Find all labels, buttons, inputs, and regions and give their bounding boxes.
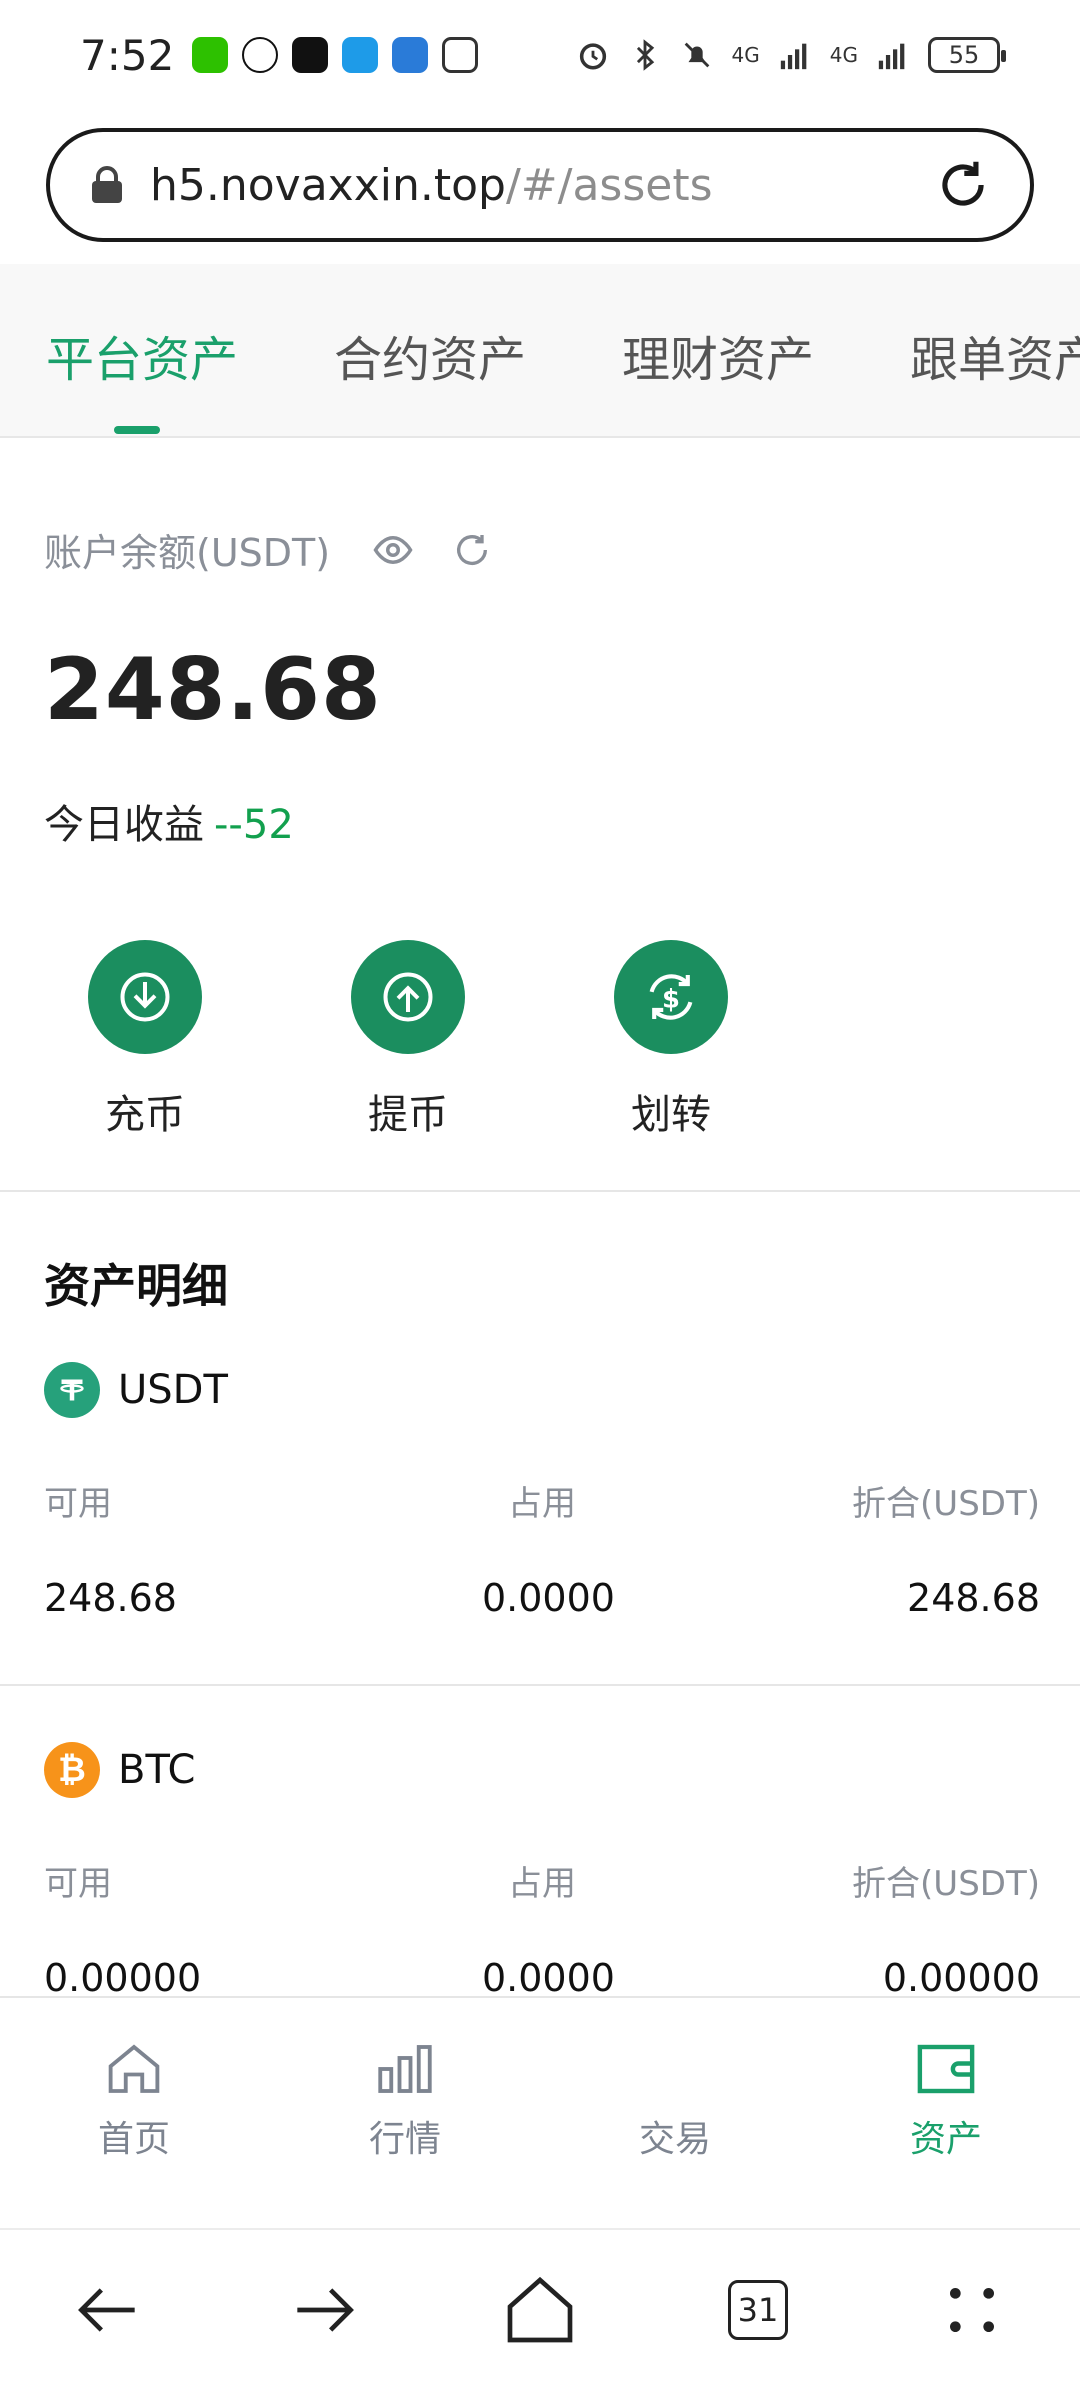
tab-copy-trade-assets[interactable]: 跟单资产 (910, 320, 1080, 390)
trade-icon (642, 2036, 708, 2102)
column-converted: 折合(USDT) (852, 1484, 1040, 1524)
tether-glyph (60, 1379, 84, 1401)
asset-tabs: 平台资产 合约资产 理财资产 跟单资产 (0, 264, 1080, 438)
url-path: /#/assets (505, 159, 713, 211)
wallet-icon (917, 2044, 975, 2094)
app-icon (392, 37, 429, 73)
tab-contract-assets[interactable]: 合约资产 (334, 320, 526, 390)
column-available: 可用 (44, 1864, 112, 1904)
bitcoin-glyph: ₿ (58, 1750, 86, 1790)
column-converted: 折合(USDT) (852, 1864, 1040, 1904)
tab-count: 31 (728, 2280, 788, 2340)
transfer-icon: $ (649, 974, 693, 1020)
occupied-value: 0.0000 (482, 1956, 615, 2000)
eye-icon[interactable] (372, 529, 414, 571)
withdraw-button[interactable]: 提币 (333, 940, 483, 1140)
nav-market-label: 行情 (368, 2119, 441, 2160)
tab-indicator (114, 426, 160, 434)
balance-value: 248.68 (44, 640, 382, 740)
asset-details-title: 资产明细 (44, 1259, 228, 1313)
nav-market[interactable]: 行情 (325, 2036, 485, 2162)
url-text[interactable]: h5.novaxxin.top/#/assets (150, 160, 713, 211)
app-icon (342, 37, 379, 73)
forward-arrow-icon[interactable] (284, 2270, 364, 2350)
more-icon[interactable] (932, 2270, 1012, 2350)
home-icon[interactable] (500, 2270, 580, 2350)
deposit-button[interactable]: 充币 (70, 940, 220, 1140)
btc-icon: ₿ (44, 1742, 100, 1798)
alarm-icon (579, 43, 606, 70)
asset-header-btc[interactable]: ₿ BTC (44, 1742, 195, 1798)
refresh-icon[interactable] (452, 530, 492, 570)
withdraw-label: 提币 (368, 1092, 448, 1138)
signal-icon (780, 43, 807, 70)
nav-home-label: 首页 (97, 2119, 170, 2160)
today-profit-value: --52 (214, 802, 294, 848)
coin-name: USDT (118, 1367, 228, 1413)
converted-value: 0.00000 (882, 1956, 1040, 2000)
tab-finance-assets[interactable]: 理财资产 (622, 320, 814, 390)
bottom-nav: 首页 行情 交易 资产 (0, 1996, 1080, 2228)
reload-icon[interactable] (932, 154, 994, 216)
chart-icon (378, 2045, 432, 2093)
nav-home[interactable]: 首页 (54, 2036, 214, 2162)
balance-label: 账户余额(USDT) (44, 531, 331, 575)
nav-assets-label: 资产 (909, 2119, 982, 2160)
notification-icons (192, 37, 479, 73)
converted-value: 248.68 (907, 1576, 1040, 1620)
occupied-value: 0.0000 (482, 1576, 615, 1620)
battery-icon: 55 (928, 37, 1006, 73)
tiktok-icon (292, 37, 329, 73)
status-time: 7:52 (80, 30, 175, 80)
nav-trade[interactable]: 交易 (595, 2036, 755, 2162)
asset-header-usdt[interactable]: USDT (44, 1362, 228, 1418)
network-label: 4G (731, 43, 760, 67)
home-icon (108, 2044, 160, 2093)
qq-icon (242, 37, 279, 73)
tab-platform-assets[interactable]: 平台资产 (46, 320, 238, 390)
transfer-circle: $ (614, 940, 728, 1054)
withdraw-circle (351, 940, 465, 1054)
today-profit: 今日收益 --52 (44, 792, 294, 850)
available-value: 248.68 (44, 1576, 177, 1620)
transfer-label: 划转 (631, 1092, 711, 1138)
browser-toolbar: 31 (0, 2228, 1080, 2390)
signal-icon (878, 43, 905, 70)
lock-icon (92, 166, 122, 203)
status-bar: 7:52 4G 4G 55 (0, 0, 1080, 110)
nav-assets[interactable]: 资产 (866, 2036, 1026, 2162)
nav-trade-label: 交易 (638, 2119, 711, 2160)
back-arrow-icon[interactable] (68, 2270, 148, 2350)
asset-divider (0, 1684, 1080, 1686)
url-bar[interactable]: h5.novaxxin.top/#/assets (46, 128, 1034, 242)
bluetooth-icon (636, 39, 654, 71)
tabs-button[interactable]: 31 (718, 2270, 798, 2350)
deposit-icon (120, 972, 170, 1022)
network-label: 4G (829, 43, 858, 67)
nfc-icon (442, 37, 479, 73)
wechat-icon (192, 37, 229, 73)
mute-icon (684, 42, 709, 68)
available-value: 0.00000 (44, 1956, 202, 2000)
column-available: 可用 (44, 1484, 112, 1524)
url-host: h5.novaxxin.top (150, 159, 506, 211)
transfer-button[interactable]: $ 划转 (596, 940, 746, 1140)
balance-label-row: 账户余额(USDT) (44, 522, 492, 577)
withdraw-icon (383, 972, 433, 1022)
deposit-circle (88, 940, 202, 1054)
today-profit-label: 今日收益 (44, 802, 204, 848)
column-occupied: 占用 (508, 1484, 576, 1524)
usdt-icon (44, 1362, 100, 1418)
deposit-label: 充币 (105, 1092, 185, 1138)
system-icons: 4G 4G 55 (576, 37, 1006, 73)
column-occupied: 占用 (508, 1864, 576, 1904)
coin-name: BTC (118, 1747, 196, 1793)
svg-text:$: $ (662, 984, 680, 1014)
section-divider (0, 1190, 1080, 1192)
